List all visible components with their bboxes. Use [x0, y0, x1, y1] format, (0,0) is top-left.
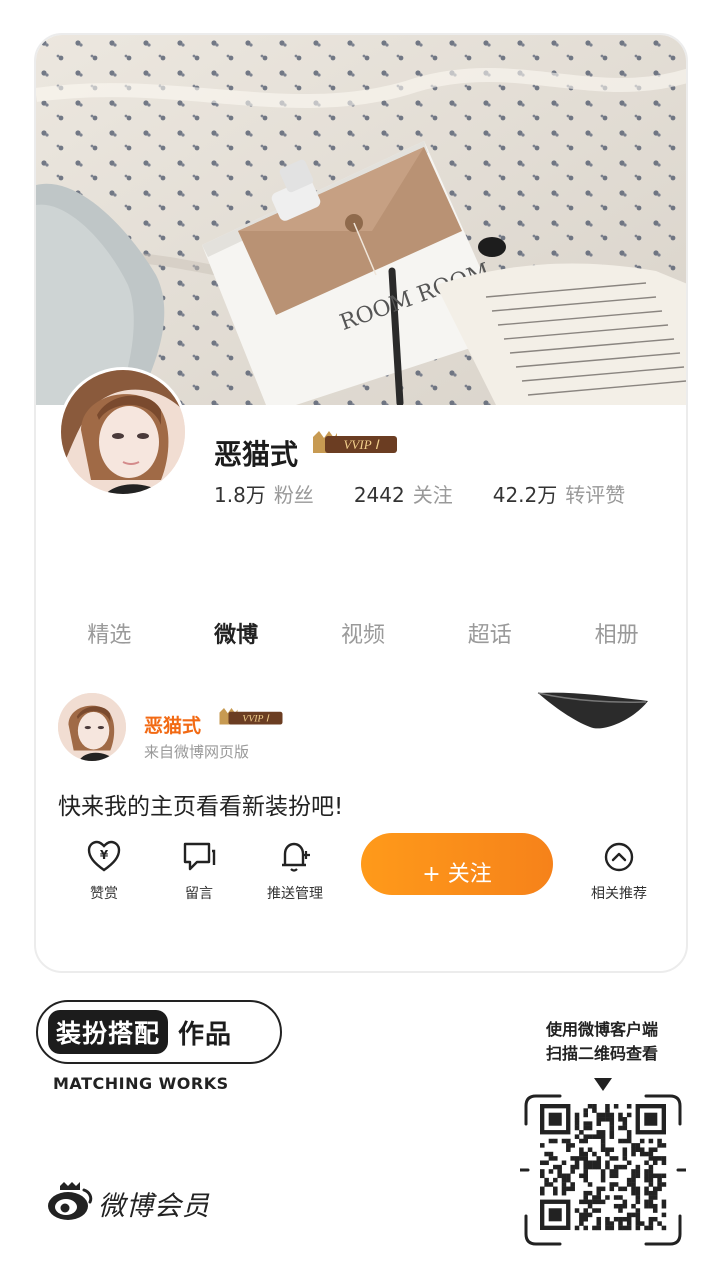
profile-name: 恶猫式 — [214, 438, 299, 471]
stat-engagement-label: 转评赞 — [565, 483, 626, 507]
reward-heart-icon: ¥ — [59, 839, 149, 875]
profile-card: ROOM ROOM 恶猫式 VVIP Ⅰ 1.8万 粉丝 2442 关注 42.… — [34, 33, 688, 973]
stat-following-label: 关注 — [412, 483, 453, 507]
follow-button[interactable]: + 关注 — [361, 833, 553, 895]
push-management-button[interactable]: 推送管理 — [250, 835, 340, 903]
stat-fans[interactable]: 1.8万 粉丝 — [214, 479, 314, 508]
related-recommend-button[interactable]: 相关推荐 — [574, 835, 664, 903]
reward-button[interactable]: ¥ 赞赏 — [59, 835, 149, 903]
profile-stats: 1.8万 粉丝 2442 关注 42.2万 转评赞 — [214, 479, 665, 508]
push-management-label: 推送管理 — [267, 886, 323, 902]
vvip-badge: VVIP Ⅰ — [311, 429, 399, 457]
post-text: 快来我的主页看看新装扮吧! — [58, 794, 344, 820]
reward-label: 赞赏 — [90, 886, 118, 902]
post-vvip-badge: VVIP Ⅰ — [218, 706, 284, 728]
post-author-name[interactable]: 恶猫式 — [144, 711, 201, 738]
tab-super-topics[interactable]: 超话 — [430, 617, 550, 649]
stat-fans-value: 1.8万 — [214, 483, 266, 507]
stat-engagement-value: 42.2万 — [492, 483, 558, 507]
chevron-up-circle-icon — [574, 839, 664, 875]
comment-button[interactable]: 留言 — [154, 835, 244, 903]
bell-plus-icon — [250, 839, 340, 875]
badge-light-text: 作品 — [178, 1019, 233, 1050]
tab-albums[interactable]: 相册 — [557, 617, 677, 649]
scan-line-2: 扫描二维码查看 — [545, 1044, 658, 1063]
stat-engagement[interactable]: 42.2万 转评赞 — [493, 479, 626, 508]
matching-works-badge: 装扮搭配 作品 — [36, 1000, 282, 1064]
qr-code[interactable] — [518, 1090, 688, 1250]
scan-line-1: 使用微博客户端 — [545, 1020, 658, 1039]
post-source: 来自微博网页版 — [144, 743, 250, 761]
feather-decoration — [534, 683, 654, 743]
stat-fans-label: 粉丝 — [273, 483, 314, 507]
comment-icon — [154, 839, 244, 875]
tab-weibo[interactable]: 微博 — [176, 617, 296, 649]
vvip-badge-text: VVIP Ⅰ — [343, 437, 379, 452]
tab-featured[interactable]: 精选 — [49, 617, 169, 649]
weibo-eye-icon — [46, 1180, 94, 1226]
matching-works-subtitle: MATCHING WORKS — [53, 1074, 229, 1093]
post-author-avatar[interactable] — [58, 693, 126, 761]
scan-instructions: 使用微博客户端 扫描二维码查看 — [516, 1018, 688, 1066]
stat-following[interactable]: 2442 关注 — [354, 479, 453, 508]
weibo-vip-brand: 微博会员 — [98, 1190, 210, 1222]
profile-avatar[interactable] — [58, 367, 188, 497]
action-bar: ¥ 赞赏 留言 推送管理 相关推荐 — [36, 835, 686, 915]
stat-following-value: 2442 — [353, 483, 405, 507]
post-vvip-badge-text: VVIP Ⅰ — [242, 714, 269, 725]
cover-image: ROOM ROOM — [36, 35, 686, 405]
svg-text:¥: ¥ — [100, 848, 109, 862]
tab-videos[interactable]: 视频 — [303, 617, 423, 649]
comment-label: 留言 — [185, 886, 213, 902]
profile-tabs: 精选 微博 视频 超话 相册 — [36, 617, 686, 649]
badge-dark-text: 装扮搭配 — [48, 1010, 169, 1054]
related-recommend-label: 相关推荐 — [591, 886, 647, 902]
weibo-vip-logo: 微博会员 — [46, 1180, 210, 1226]
